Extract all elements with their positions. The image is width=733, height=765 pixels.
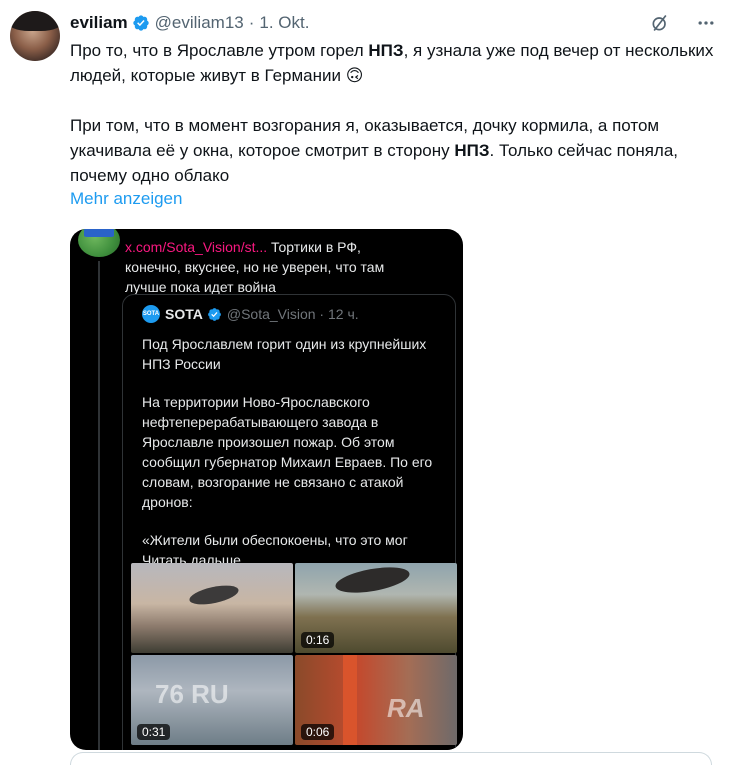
quoted-post-header: SOTA SOTA @Sota_Vision · 12 ч.	[142, 305, 359, 323]
author-handle[interactable]: @eviliam13	[155, 13, 244, 33]
author-avatar[interactable]	[10, 11, 60, 61]
upside-down-face-emoji-icon: 🙃	[345, 66, 364, 85]
screenshot-avatar	[78, 229, 120, 257]
smoke-plume	[187, 581, 241, 609]
header-actions	[649, 12, 717, 34]
smoke-plume	[333, 563, 412, 598]
quoted-handle-time: @Sota_Vision · 12 ч.	[226, 306, 359, 322]
sota-logo-icon: SOTA	[142, 305, 160, 323]
quoted-paragraph-2: На территории Ново-Ярославского нефтепер…	[142, 394, 433, 510]
media-thumbnail-4: RA 0:06	[295, 655, 457, 745]
quoted-paragraph-1: Под Ярославлем горит один из крупнейших …	[142, 336, 427, 372]
screenshot-reply-text: x.com/Sota_Vision/st... Тортики в РФ, ко…	[125, 237, 405, 297]
verified-badge-icon	[132, 15, 149, 31]
more-icon[interactable]	[695, 12, 717, 34]
attached-screenshot[interactable]: x.com/Sota_Vision/st... Тортики в РФ, ко…	[70, 229, 463, 750]
watermark: RA	[387, 693, 425, 723]
show-more-link[interactable]: Mehr anzeigen	[70, 189, 182, 209]
video-duration: 0:31	[137, 724, 171, 740]
header-separator: ·	[248, 13, 255, 32]
tweet-paragraph-1: Про то, что в Ярославле утром горел НПЗ,…	[70, 38, 720, 88]
video-duration: 0:16	[301, 632, 335, 648]
media-thumbnail-1	[131, 563, 293, 653]
screenshot-link: x.com/Sota_Vision/st...	[125, 239, 268, 255]
avatar-hair	[10, 11, 60, 31]
text-segment: Про то, что в Ярославле утром горел	[70, 41, 369, 60]
quoted-author-name: SOTA	[165, 306, 203, 322]
tweet-paragraph-2: При том, что в момент возгорания я, оказ…	[70, 113, 720, 188]
tweet-text: Про то, что в Ярославле утром горел НПЗ,…	[70, 38, 720, 188]
media-thumbnail-2: 0:16	[295, 563, 457, 653]
tweet-date[interactable]: 1. Okt.	[259, 13, 309, 33]
quoted-post-body: Под Ярославлем горит один из крупнейших …	[142, 334, 437, 570]
watermark: 76 RU	[155, 679, 229, 709]
foreground-pole	[343, 655, 357, 745]
bold-text: НПЗ	[454, 141, 490, 160]
thread-line	[98, 261, 100, 750]
quoted-post-card: SOTA SOTA @Sota_Vision · 12 ч. Под Яросл…	[122, 294, 457, 750]
avatar-hat	[84, 229, 114, 237]
video-duration: 0:06	[301, 724, 335, 740]
text-segment: «Жители были обеспокоены, что это мог	[142, 532, 408, 548]
media-thumbnail-3: 76 RU 0:31	[131, 655, 293, 745]
verified-badge-icon	[207, 307, 221, 321]
next-card-edge	[70, 752, 712, 765]
bold-text: НПЗ	[368, 41, 404, 60]
tweet-header: eviliam @eviliam13 · 1. Okt.	[70, 11, 713, 35]
author-name[interactable]: eviliam	[70, 13, 128, 33]
grok-icon[interactable]	[649, 12, 671, 34]
